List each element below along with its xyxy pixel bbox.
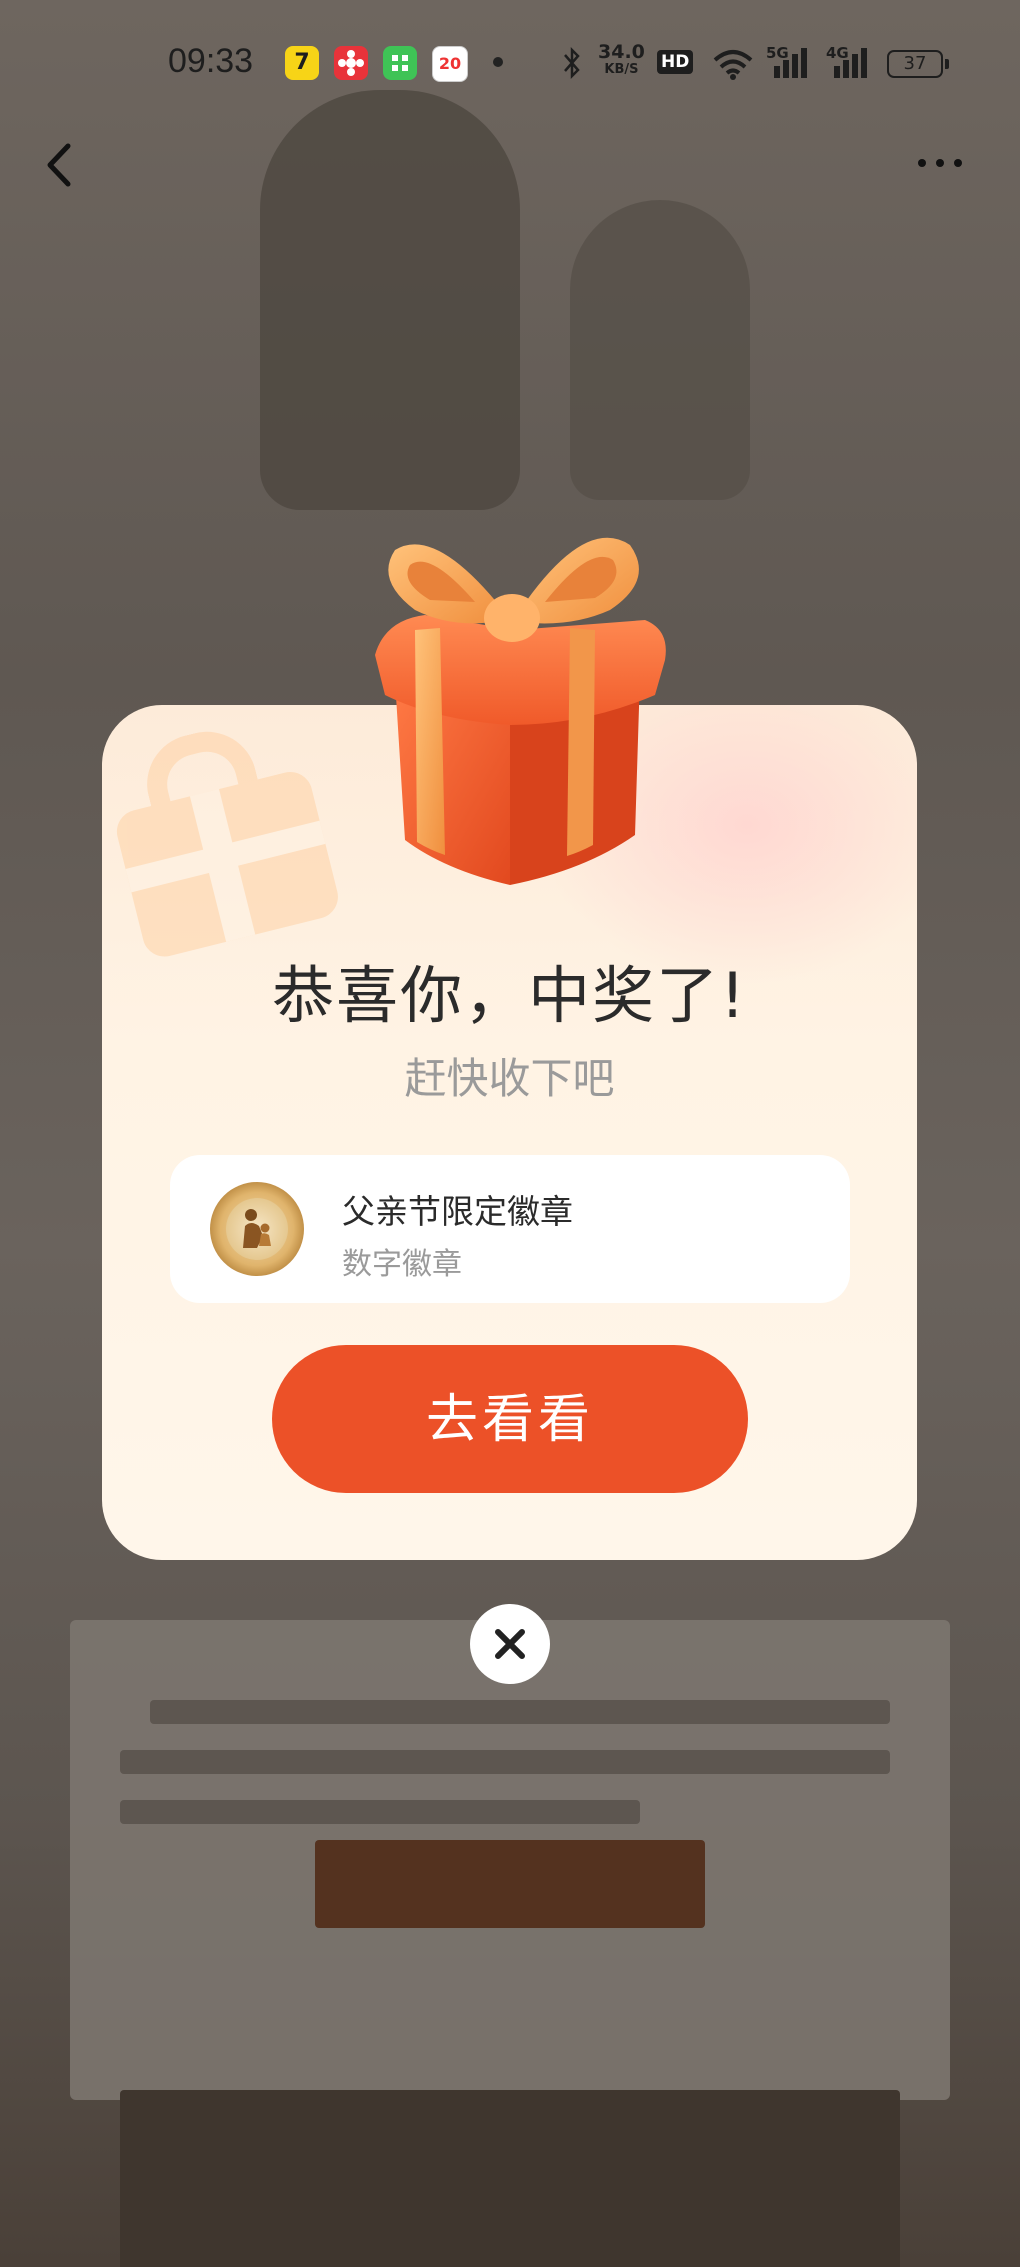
gift-decoration-icon bbox=[102, 705, 386, 981]
prize-type: 数字徽章 bbox=[342, 1247, 462, 1282]
more-button[interactable] bbox=[912, 148, 972, 178]
background-text-line bbox=[120, 1750, 890, 1774]
bluetooth-icon bbox=[564, 46, 580, 80]
chat-icon bbox=[383, 46, 417, 80]
modal-subtitle: 赶快收下吧 bbox=[404, 1054, 615, 1103]
net-speed: 34.0 KB/S bbox=[598, 41, 645, 78]
app-seven-icon: 7 bbox=[285, 46, 319, 80]
medal-icon bbox=[210, 1182, 304, 1276]
wifi-icon bbox=[713, 50, 753, 80]
background-figure-child bbox=[570, 200, 750, 500]
net-speed-value: 34.0 bbox=[598, 41, 645, 63]
signal-5g-icon: 5G bbox=[766, 44, 812, 80]
battery-indicator: 37 bbox=[887, 50, 949, 78]
status-time: 09:33 bbox=[168, 42, 254, 80]
more-horizontal-icon bbox=[918, 159, 962, 167]
background-button bbox=[315, 1840, 705, 1928]
signal-4g-icon: 4G bbox=[826, 44, 872, 80]
view-prize-button[interactable]: 去看看 bbox=[272, 1345, 748, 1493]
background-figure-father bbox=[260, 90, 520, 510]
close-button[interactable] bbox=[470, 1604, 550, 1684]
gift-box-icon bbox=[375, 537, 666, 885]
prize-name: 父亲节限定徽章 bbox=[342, 1192, 573, 1231]
close-icon bbox=[495, 1629, 525, 1659]
status-bar: 09:33 7 20 34.0 KB/S HD 5G 4G 37 bbox=[0, 0, 1020, 130]
more-notifications-dot bbox=[493, 57, 503, 67]
back-button[interactable] bbox=[40, 140, 80, 190]
net-speed-unit: KB/S bbox=[604, 62, 639, 77]
calendar-icon: 20 bbox=[432, 46, 468, 82]
background-frame bbox=[120, 2090, 900, 2267]
hd-badge: HD bbox=[657, 50, 694, 74]
prize-card: 父亲节限定徽章 数字徽章 bbox=[170, 1155, 850, 1303]
background-text-line bbox=[120, 1800, 640, 1824]
chevron-left-icon bbox=[47, 143, 71, 187]
modal-title: 恭喜你，中奖了! bbox=[272, 959, 747, 1032]
flower-icon bbox=[334, 46, 368, 80]
background-text-line bbox=[150, 1700, 890, 1724]
